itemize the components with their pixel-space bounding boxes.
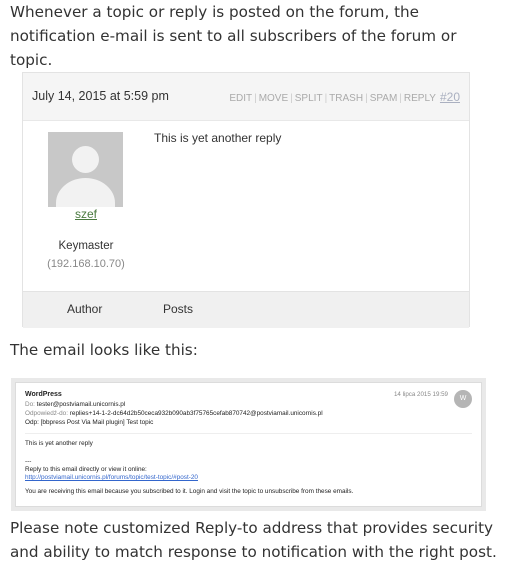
posts-column-label: Posts — [163, 302, 194, 316]
avatar-head-shape — [72, 146, 99, 173]
intro-paragraph: Whenever a topic or reply is posted on t… — [10, 3, 457, 69]
email-reply-to-address: replies+14-1-2-dc64d2b50ceca932b090ab3f7… — [69, 410, 323, 417]
closing-paragraph: Please note customized Reply-to address … — [10, 519, 497, 561]
email-subject: Odp: [bbpress Post Via Mail plugin] Test… — [25, 419, 154, 426]
email-to-label: Do: — [25, 401, 35, 408]
author-column-label: Author — [67, 302, 103, 316]
reply-date: July 14, 2015 at 5:59 pm — [32, 89, 169, 103]
email-topic-link[interactable]: http://postviamail.unicornis.pl/forums/t… — [25, 474, 198, 481]
email-screenshot: WordPress Do: tester@postviamail.unicorn… — [11, 378, 486, 511]
reply-footer: Author Posts — [23, 291, 469, 328]
reply-link[interactable]: REPLY — [404, 93, 436, 104]
reply-body: szef Keymaster (192.168.10.70) This is y… — [23, 121, 469, 291]
author-role: Keymaster — [58, 240, 114, 252]
reply-content: This is yet another reply — [154, 131, 282, 145]
move-link[interactable]: MOVE — [259, 93, 288, 104]
email-avatar: W — [454, 390, 472, 408]
reply-admin-links: EDIT | MOVE | SPLIT | TRASH | SPAM | REPLY #20 — [229, 90, 460, 104]
email-to-address: tester@postviamail.unicornis.pl — [36, 401, 126, 408]
avatar[interactable] — [48, 132, 123, 207]
trash-link[interactable]: TRASH — [329, 93, 363, 104]
email-reply-to-label: Odpowiedź-do: — [25, 410, 68, 417]
email-body-text: This is yet another reply — [25, 440, 93, 447]
forum-reply-screenshot: July 14, 2015 at 5:59 pm EDIT | MOVE | SPLIT… — [22, 72, 470, 328]
email-date: 14 lipca 2015 19:59 — [393, 391, 448, 398]
avatar-shoulders-shape — [56, 178, 115, 207]
email-intro-paragraph: The email looks like this: — [10, 341, 198, 359]
email-reply-to-row: Odpowiedź-do: replies+14-1-2-dc64d2b50ce… — [25, 410, 323, 417]
email-sender: WordPress — [25, 391, 62, 398]
email-footer-note: You are receiving this email because you… — [25, 488, 354, 495]
email-divider — [25, 433, 472, 434]
split-link[interactable]: SPLIT — [295, 93, 323, 104]
email-reply-instruction: Reply to this email directly or view it … — [25, 466, 147, 473]
email-message: WordPress Do: tester@postviamail.unicorn… — [15, 382, 482, 507]
email-separator: --- — [25, 458, 32, 465]
spam-link[interactable]: SPAM — [370, 93, 398, 104]
reply-permalink[interactable]: #20 — [440, 90, 460, 104]
author-ip: (192.168.10.70) — [47, 258, 125, 270]
email-to-row: Do: tester@postviamail.unicornis.pl — [25, 401, 125, 408]
author-name-link[interactable]: szef — [23, 207, 149, 221]
edit-link[interactable]: EDIT — [229, 93, 252, 104]
reply-header: July 14, 2015 at 5:59 pm EDIT | MOVE | SPLIT… — [23, 73, 469, 121]
